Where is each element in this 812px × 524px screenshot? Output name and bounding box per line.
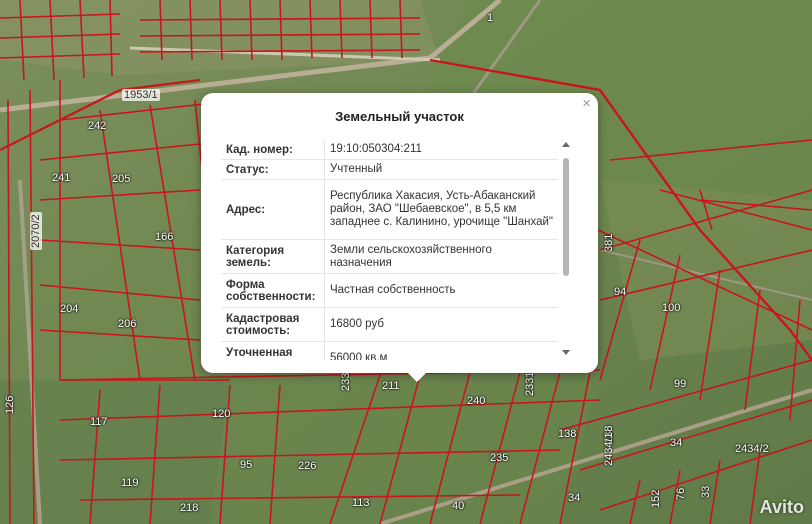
popup-scrollbar[interactable] [562, 142, 571, 355]
close-icon[interactable]: × [582, 96, 591, 112]
row-key: Адрес: [221, 180, 325, 239]
parcel-label: 211 [382, 380, 400, 392]
parcel-label: 226 [298, 460, 317, 472]
parcel-label: 204 [60, 303, 79, 315]
popup-title: Земельный участок [335, 109, 464, 124]
row-value: 56000 кв.м [330, 352, 388, 360]
parcel-label: 120 [212, 408, 231, 420]
row-value: Учтенный [330, 163, 383, 175]
scroll-thumb[interactable] [563, 158, 569, 276]
parcel-label: 2434/1 [603, 432, 615, 466]
row-key: Форма собственности: [221, 274, 325, 307]
parcel-label: 205 [112, 173, 131, 185]
parcel-info-popup: Земельный участок × Кад. номер: 19:10:05… [201, 93, 598, 382]
table-row: Кад. номер: 19:10:050304:211 [221, 140, 558, 160]
parcel-label: 1 [487, 12, 494, 24]
parcel-info-table[interactable]: Кад. номер: 19:10:050304:211 Статус: Учт… [221, 140, 558, 360]
table-row: Статус: Учтенный [221, 160, 558, 180]
parcel-label: 126 [4, 395, 16, 414]
parcel-label: 218 [180, 502, 199, 514]
row-value: 16800 руб [330, 318, 384, 330]
parcel-label: 1953/1 [122, 89, 160, 101]
parcel-label: 94 [614, 286, 627, 298]
table-row: Уточненная площадь: 56000 кв.м [221, 342, 558, 360]
table-row: Кадастровая стоимость: 16800 руб [221, 308, 558, 342]
table-row: Форма собственности: Частная собственнос… [221, 274, 558, 308]
row-value: Частная собственность [330, 284, 456, 296]
parcel-label: 119 [121, 477, 139, 489]
parcel-label: 117 [90, 416, 108, 428]
parcel-label: 233 [340, 372, 352, 391]
parcel-label: 76 [675, 487, 687, 500]
parcel-label: 381 [603, 233, 615, 252]
table-row: Адрес: Республика Хакасия, Усть-Абаканск… [221, 180, 558, 240]
parcel-label: 2434/2 [735, 443, 769, 455]
row-value: 19:10:050304:211 [330, 143, 422, 155]
row-key: Категория земель: [221, 240, 325, 273]
row-key: Статус: [221, 160, 325, 179]
parcel-label: 113 [352, 497, 370, 509]
parcel-label: 138 [558, 428, 577, 440]
table-row: Категория земель: Земли сельскохозяйстве… [221, 240, 558, 274]
parcel-label: 95 [240, 459, 253, 471]
row-key: Уточненная площадь: [221, 342, 325, 360]
parcel-label: 34 [568, 492, 581, 504]
row-key: Кад. номер: [221, 140, 325, 159]
parcel-label: 2331 [524, 371, 536, 396]
parcel-label: 40 [452, 500, 465, 512]
row-value: Земли сельскохозяйственного назначения [330, 243, 492, 269]
parcel-label: 34 [670, 437, 683, 449]
avito-watermark: Avito [759, 497, 804, 517]
row-key: Кадастровая стоимость: [221, 308, 325, 341]
parcel-label: 166 [155, 231, 174, 243]
parcel-label: 100 [662, 302, 681, 314]
parcel-label: 240 [467, 395, 486, 407]
parcel-label: 206 [118, 318, 137, 330]
parcel-label: 242 [88, 120, 107, 132]
parcel-label: 2070/2 [30, 212, 42, 250]
scroll-up-arrow-icon[interactable] [562, 142, 570, 147]
parcel-label: 235 [490, 452, 509, 464]
parcel-label: 152 [650, 489, 662, 508]
parcel-label: 241 [52, 172, 71, 184]
parcel-label: 99 [674, 378, 687, 390]
row-value: Республика Хакасия, Усть-Абаканский райо… [330, 190, 554, 228]
parcel-label: 33 [700, 485, 712, 498]
scroll-down-arrow-icon[interactable] [562, 350, 570, 355]
